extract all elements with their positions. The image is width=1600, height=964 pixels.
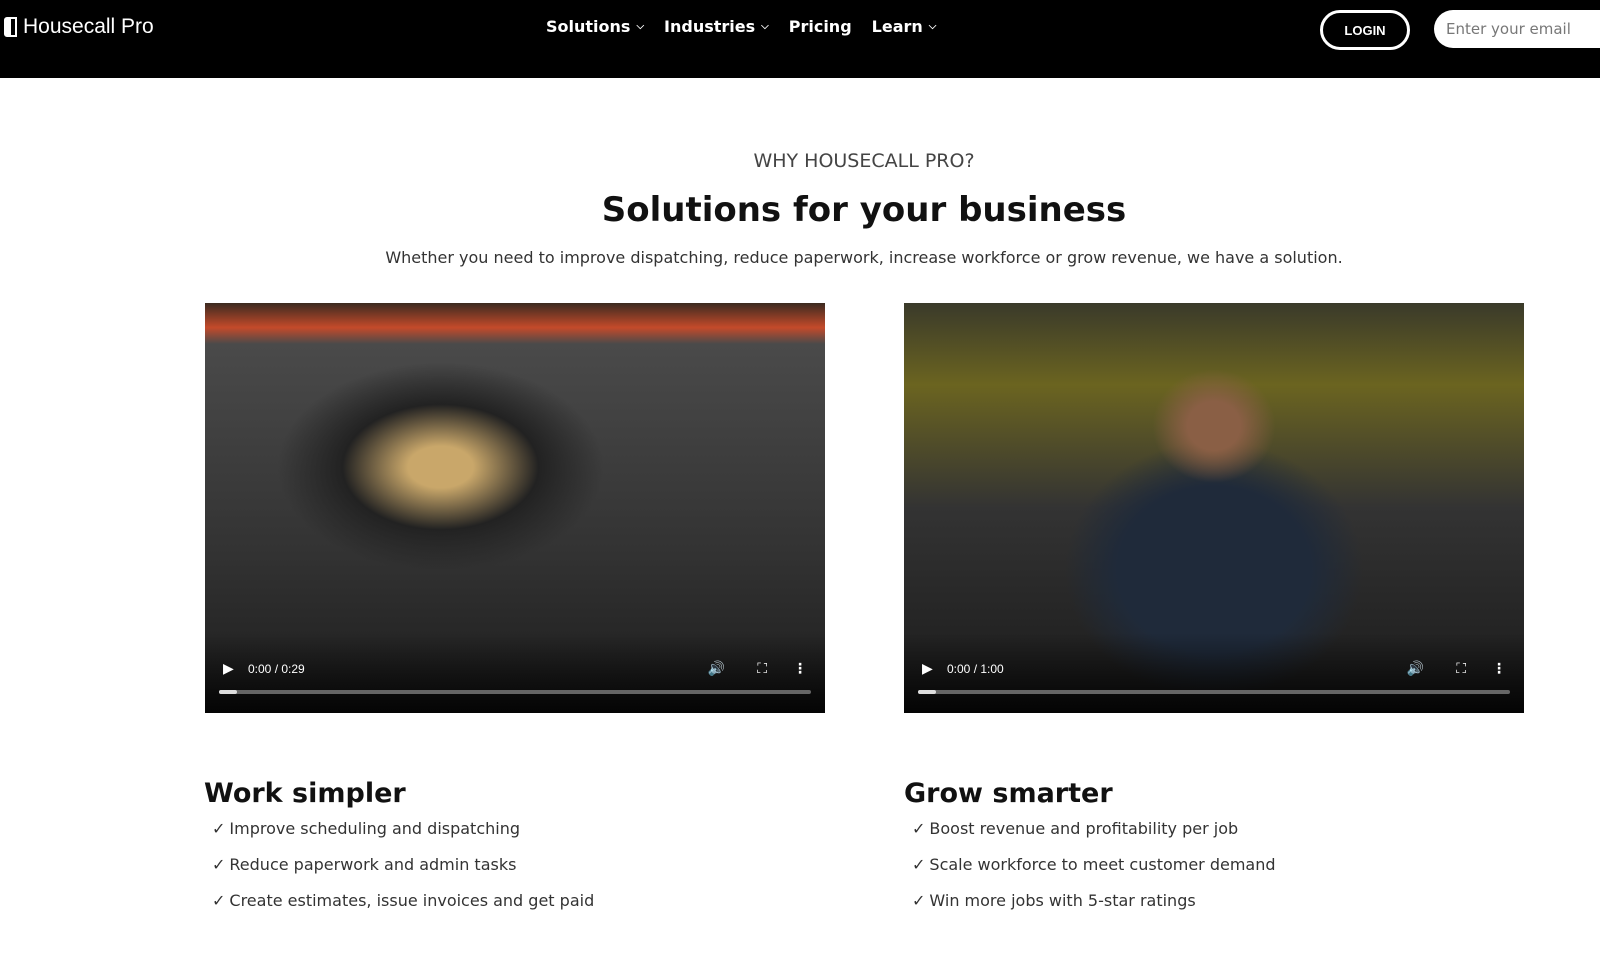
progress-fill <box>219 690 237 694</box>
chevron-down-icon: ⌵ <box>928 21 937 32</box>
volume-icon[interactable]: 🔊 <box>708 661 725 677</box>
column-heading: Work simpler <box>204 778 406 809</box>
column-grow-smarter: Grow smarter ✓ Boost revenue and profitab… <box>904 778 1276 927</box>
video-player-2[interactable]: ▶ 0:00 / 1:00 🔊 ⛶ ⋮ <box>904 303 1524 713</box>
progress-bar[interactable] <box>219 690 811 694</box>
progress-fill <box>918 690 936 694</box>
check-icon: ✓ <box>212 891 226 910</box>
column-work-simpler: Work simpler ✓ Improve scheduling and dis… <box>204 778 594 927</box>
menu-label: Pricing <box>788 17 852 36</box>
fullscreen-icon[interactable]: ⛶ <box>1456 661 1466 677</box>
logo-icon <box>4 17 17 37</box>
more-options-icon[interactable]: ⋮ <box>1492 661 1506 677</box>
list-item: ✓ Win more jobs with 5-star ratings <box>904 891 1276 927</box>
item-text: Win more jobs with 5-star ratings <box>929 891 1196 910</box>
menu-label: Solutions <box>546 17 631 36</box>
logo-text: Housecall Pro <box>23 15 154 38</box>
chevron-down-icon: ⌵ <box>636 21 645 32</box>
item-text: Boost revenue and profitability per job <box>929 819 1239 838</box>
menu-learn[interactable]: Learn ⌵ <box>872 17 937 36</box>
list-item: ✓ Scale workforce to meet customer demand <box>904 855 1276 891</box>
more-options-icon[interactable]: ⋮ <box>793 661 807 677</box>
progress-bar[interactable] <box>918 690 1510 694</box>
top-nav: Housecall Pro Solutions ⌵ Industries ⌵ Pri… <box>0 0 1600 78</box>
email-input[interactable] <box>1434 10 1600 48</box>
video-controls: ▶ 0:00 / 1:00 🔊 ⛶ ⋮ <box>904 633 1524 713</box>
play-icon[interactable]: ▶ <box>922 661 933 677</box>
check-icon: ✓ <box>912 819 926 838</box>
fullscreen-icon[interactable]: ⛶ <box>757 661 767 677</box>
menu-industries[interactable]: Industries ⌵ <box>664 17 769 36</box>
check-icon: ✓ <box>912 891 926 910</box>
eyebrow: WHY HOUSECALL PRO? <box>753 150 975 172</box>
chevron-down-icon: ⌵ <box>761 21 769 32</box>
column-heading: Grow smarter <box>904 778 1113 809</box>
check-icon: ✓ <box>212 855 226 874</box>
list-item: ✓ Boost revenue and profitability per job <box>904 819 1276 855</box>
video-time: 0:00 / 1:00 <box>947 662 1004 676</box>
list-item: ✓ Create estimates, issue invoices and ge… <box>204 891 594 927</box>
video-player-1[interactable]: ▶ 0:00 / 0:29 🔊 ⛶ ⋮ <box>205 303 825 713</box>
menu-pricing[interactable]: Pricing <box>789 17 852 36</box>
menu-label: Industries <box>664 17 756 36</box>
list-item: ✓ Improve scheduling and dispatching <box>204 819 594 855</box>
page-title: Solutions for your business <box>601 190 1127 230</box>
login-button[interactable]: LOGIN <box>1320 10 1410 50</box>
subtitle: Whether you need to improve dispatching,… <box>385 248 1343 267</box>
video-controls: ▶ 0:00 / 0:29 🔊 ⛶ ⋮ <box>205 633 825 713</box>
list-item: ✓ Reduce paperwork and admin tasks <box>204 855 594 891</box>
play-icon[interactable]: ▶ <box>223 661 234 677</box>
main-menu: Solutions ⌵ Industries ⌵ Pricing Learn ⌵ <box>546 17 936 36</box>
item-text: Scale workforce to meet customer demand <box>929 855 1276 874</box>
logo[interactable]: Housecall Pro <box>4 15 154 39</box>
check-icon: ✓ <box>212 819 226 838</box>
menu-label: Learn <box>871 17 923 36</box>
item-text: Improve scheduling and dispatching <box>229 819 521 838</box>
menu-solutions[interactable]: Solutions ⌵ <box>546 17 644 36</box>
check-icon: ✓ <box>912 855 926 874</box>
volume-icon[interactable]: 🔊 <box>1407 661 1424 677</box>
video-time: 0:00 / 0:29 <box>248 662 305 676</box>
item-text: Create estimates, issue invoices and get… <box>229 891 595 910</box>
item-text: Reduce paperwork and admin tasks <box>229 855 517 874</box>
